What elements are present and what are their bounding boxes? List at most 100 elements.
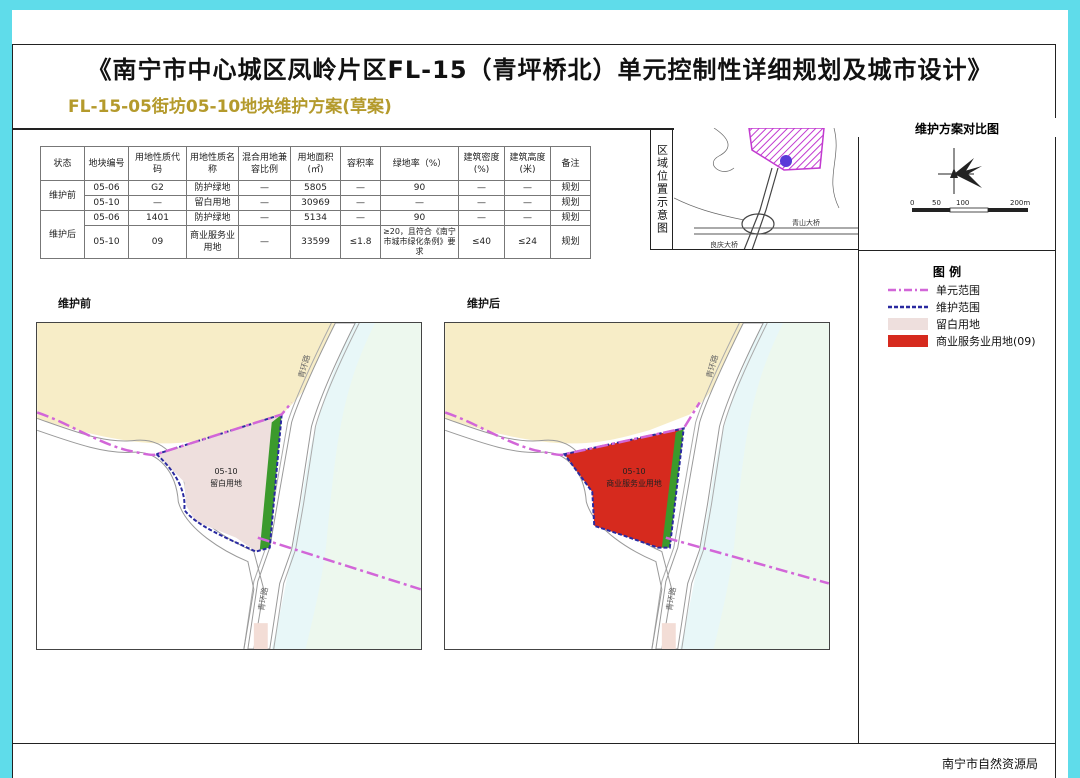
maintenance-boundary-swatch [888, 305, 928, 309]
table-cell: ≥20，且符合《南宁市城市绿化条例》要求 [380, 225, 459, 259]
legend-label: 留白用地 [936, 318, 980, 331]
legend-item-commercial-land: 商业服务业用地(09) [888, 333, 1036, 349]
table-cell: 05-06 [84, 210, 129, 226]
table-header: 容积率 [340, 146, 381, 181]
table-cell: — [458, 180, 505, 196]
land-use-table: 状态 地块编号 用地性质代码 用地性质名称 混合用地兼容比例 用地面积(㎡) 容… [40, 146, 591, 259]
legend: 图 例 [858, 250, 1056, 280]
parcel-name-label: 留白用地 [210, 478, 242, 488]
table-cell: 留白用地 [186, 195, 239, 211]
table-row: 维护后 05-06 1401 防护绿地 — 5134 — 90 — — 规划 [40, 210, 591, 259]
page-subtitle: FL-15-05街坊05-10地块维护方案(草案) [68, 97, 392, 117]
table-header: 状态 [40, 146, 85, 181]
table-header: 混合用地兼容比例 [238, 146, 291, 181]
table-row: 维护前 05-06 G2 防护绿地 — 5805 — 90 — — 规划 [40, 180, 591, 211]
table-header: 用地性质名称 [186, 146, 239, 181]
table-cell: 90 [380, 180, 459, 196]
location-map: 区域位置示意图 良庆大桥 青山大桥 [650, 128, 858, 250]
legend-label: 商业服务业用地(09) [936, 335, 1036, 348]
plan-sheet: 《南宁市中心城区凤岭片区FL-15（青坪桥北）单元控制性详细规划及城市设计》 F… [12, 10, 1068, 778]
scale-tick: 50 [932, 199, 941, 207]
commercial-land-swatch [888, 335, 928, 347]
table-cell: 05-10 [84, 225, 129, 259]
scale-tick: 0 [910, 199, 914, 207]
north-arrow-icon [938, 148, 982, 194]
table-cell: — [340, 210, 381, 226]
table-cell: — [458, 195, 505, 211]
table-header: 绿地率（%） [380, 146, 459, 181]
compare-title: 维护方案对比图 [858, 118, 1056, 137]
status-cell: 维护后 [40, 210, 85, 259]
before-map: 05-10 留白用地 青环路 青环路 [37, 323, 421, 649]
table-cell: — [340, 195, 381, 211]
table-cell: ≤40 [458, 225, 505, 259]
parcel-name-label: 商业服务业用地 [606, 478, 662, 488]
north-arrow-scale: 0 50 100 200m [910, 148, 1030, 213]
footer-agency: 南宁市自然资源局 [941, 757, 1038, 771]
scale-tick: 200m [1010, 199, 1030, 207]
table-cell: — [504, 180, 551, 196]
table-cell: 1401 [128, 210, 187, 226]
table-cell: 规划 [550, 225, 591, 259]
road-label: 良庆大桥 [710, 240, 738, 249]
scale-bar [912, 207, 1028, 213]
legend-item-unit-boundary: 单元范围 [888, 282, 980, 298]
after-panel-title: 维护后 [467, 297, 500, 310]
table-cell: — [238, 210, 291, 226]
divider-vertical [858, 128, 859, 744]
table-cell: — [504, 195, 551, 211]
table-cell: — [238, 225, 291, 259]
table-cell: 90 [380, 210, 459, 226]
location-map-graphic: 良庆大桥 青山大桥 [674, 128, 858, 249]
table-header: 用地性质代码 [128, 146, 187, 181]
table-cell: 5134 [290, 210, 341, 226]
table-cell: 33599 [290, 225, 341, 259]
status-cell: 维护前 [40, 180, 85, 211]
table-cell: 05-10 [84, 195, 129, 211]
table-row: 05-10 09 商业服务业用地 — 33599 ≤1.8 ≥20，且符合《南宁… [41, 225, 591, 259]
table-cell: — [458, 210, 505, 226]
table-cell: ≤24 [504, 225, 551, 259]
table-header: 用地面积(㎡) [290, 146, 341, 181]
legend-label: 维护范围 [936, 301, 980, 314]
legend-item-reserved-land: 留白用地 [888, 316, 980, 332]
table-header: 地块编号 [84, 146, 129, 181]
table-cell: — [504, 210, 551, 226]
road-label: 青山大桥 [792, 218, 820, 227]
table-header: 建筑高度(米) [504, 146, 551, 181]
table-cell: — [128, 195, 187, 211]
page-title: 《南宁市中心城区凤岭片区FL-15（青坪桥北）单元控制性详细规划及城市设计》 [87, 56, 993, 84]
table-cell: 防护绿地 [186, 210, 239, 226]
table-cell: 规划 [550, 180, 591, 196]
table-header: 建筑密度(%) [458, 146, 505, 181]
table-row: 05-10 — 留白用地 — 30969 — — — — 规划 [41, 195, 591, 211]
table-header: 备注 [550, 146, 591, 181]
table-header-row: 状态 地块编号 用地性质代码 用地性质名称 混合用地兼容比例 用地面积(㎡) 容… [40, 146, 591, 181]
table-cell: 规划 [550, 210, 591, 226]
reserved-land-swatch [888, 318, 928, 330]
unit-boundary-swatch [888, 288, 928, 292]
parcel-code-label: 05-10 [622, 467, 645, 476]
scale-tick: 100 [956, 199, 969, 207]
table-cell: 5805 [290, 180, 341, 196]
table-cell: G2 [128, 180, 187, 196]
table-cell: — [380, 195, 459, 211]
table-cell: 09 [128, 225, 187, 259]
table-cell: — [238, 195, 291, 211]
after-map-panel: 05-10 商业服务业用地 青环路 青环路 [444, 322, 830, 650]
before-panel-title: 维护前 [58, 297, 91, 310]
before-map-panel: 05-10 留白用地 青环路 青环路 [36, 322, 422, 650]
after-map: 05-10 商业服务业用地 青环路 青环路 [445, 323, 829, 649]
legend-title: 图 例 [932, 265, 962, 279]
table-cell: 防护绿地 [186, 180, 239, 196]
table-cell: — [340, 180, 381, 196]
table-cell: 30969 [290, 195, 341, 211]
divider-bottom [12, 743, 1056, 744]
table-cell: 商业服务业用地 [186, 225, 239, 259]
table-cell: 05-06 [84, 180, 129, 196]
location-map-label: 区域位置示意图 [651, 128, 673, 249]
table-cell: ≤1.8 [340, 225, 381, 259]
parcel-code-label: 05-10 [214, 467, 237, 476]
table-cell: 规划 [550, 195, 591, 211]
legend-item-maintenance-boundary: 维护范围 [888, 299, 980, 315]
